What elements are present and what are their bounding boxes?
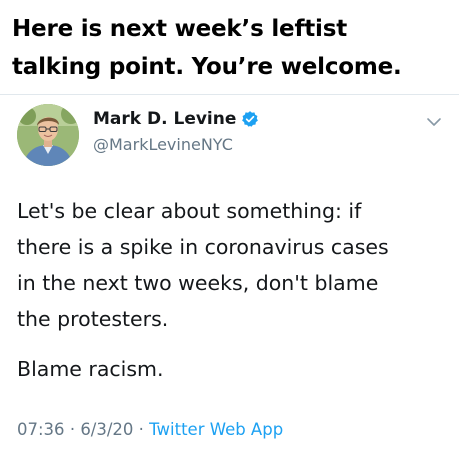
meta-separator: ·	[138, 420, 144, 439]
meme-caption: Here is next week’s leftist talking poin…	[12, 10, 452, 86]
author-handle[interactable]: @MarkLevineNYC	[93, 134, 259, 156]
tweet-text-line: the protesters.	[17, 307, 169, 331]
tweet-text-second-paragraph: Blame racism.	[17, 357, 164, 381]
tweet-time[interactable]: 07:36	[17, 420, 65, 439]
chevron-down-icon[interactable]	[422, 110, 446, 134]
avatar[interactable]	[17, 104, 79, 166]
tweet-author: Mark D. Levine @MarkLevineNYC	[93, 108, 259, 156]
meta-separator: ·	[69, 420, 76, 439]
tweet-date[interactable]: 6/3/20	[80, 420, 133, 439]
tweet-source-link[interactable]: Twitter Web App	[149, 420, 283, 439]
tweet-meta: 07:36 · 6/3/20 · Twitter Web App	[17, 419, 283, 441]
tweet-text-line: there is a spike in coronavirus cases	[17, 235, 389, 259]
author-name-row: Mark D. Levine	[93, 108, 259, 130]
tweet-text-line: Let's be clear about something: if	[17, 199, 362, 223]
tweet-text-line: in the next two weeks, don't blame	[17, 271, 379, 295]
caption-line-2: talking point. You’re welcome.	[12, 54, 402, 80]
divider	[0, 94, 459, 95]
verified-badge-icon	[241, 110, 259, 128]
author-name[interactable]: Mark D. Levine	[93, 108, 236, 130]
tweet-text: Let's be clear about something: if there…	[17, 193, 447, 387]
caption-line-1: Here is next week’s leftist	[12, 16, 348, 42]
